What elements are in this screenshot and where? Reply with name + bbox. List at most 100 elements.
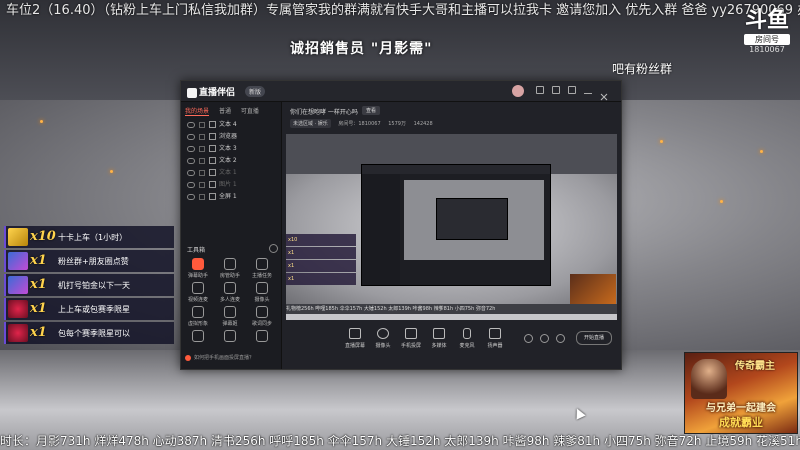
eye-icon[interactable] (187, 193, 195, 200)
gift-goal-row: x1 粉丝群+朋友圈点赞 (4, 250, 174, 272)
phone-icon (405, 328, 417, 339)
speaker-button[interactable]: 扬声器 (482, 328, 508, 349)
game-promo-banner[interactable]: 传奇霸主 与兄弟一起建会 成就霸业 (684, 352, 798, 434)
play-icon (433, 328, 445, 339)
skin-icon[interactable] (552, 86, 560, 94)
eye-icon[interactable] (187, 169, 195, 176)
room-number: 1810067 (749, 45, 785, 54)
minimize-icon[interactable] (584, 86, 592, 94)
app-titlebar[interactable]: 直播伴侣 新版 (181, 81, 621, 102)
tool-streamer-task[interactable]: 主播任务 (249, 258, 275, 279)
avatar-icon (192, 306, 204, 318)
scene-item[interactable]: 文本 3 (187, 144, 237, 154)
eye-icon[interactable] (187, 181, 195, 188)
mobile-cast-tip-label: 如何把手机画面投屏直播？ (194, 355, 255, 361)
tool-screenshot[interactable] (185, 330, 211, 344)
lock-icon[interactable] (199, 181, 205, 188)
toolbox-label: 工具箱 (187, 247, 206, 254)
speaker-icon (489, 328, 501, 339)
scene-item[interactable]: 浏览器 (187, 132, 237, 142)
lock-icon[interactable] (199, 121, 205, 128)
lock-icon[interactable] (199, 169, 205, 176)
tool-label: 弹幕助手 (187, 273, 208, 279)
version-badge[interactable]: 新版 (245, 86, 266, 97)
gift-qty: x1 (30, 325, 47, 340)
media-button[interactable]: 多媒体 (426, 328, 452, 349)
tool-label: 多人连麦 (219, 297, 240, 303)
tool-gif[interactable] (249, 330, 275, 344)
image-icon (209, 181, 216, 188)
app-logo: 直播伴侣 (187, 85, 235, 98)
room-view-button[interactable]: 查看 (362, 106, 381, 115)
tool-camera[interactable]: 摄像头 (249, 282, 275, 303)
tool-record[interactable] (217, 330, 243, 344)
rose-icon (8, 300, 28, 318)
eye-icon[interactable] (187, 133, 195, 140)
sidebar-tabs: 我的场景 普通 可直播 (185, 106, 267, 116)
scene-item[interactable]: 文本 2 (187, 156, 237, 166)
lock-icon[interactable] (199, 133, 205, 140)
scene-item[interactable]: 图片 1 (187, 180, 237, 190)
tool-lyrics[interactable]: 歌词同步 (249, 306, 275, 327)
gift-goal-row: x1 包每个赛季限星可以 (4, 322, 174, 344)
scene-item[interactable]: 文本 1 (187, 168, 237, 178)
character-art (691, 359, 727, 399)
text-icon (209, 157, 216, 164)
lock-icon[interactable] (199, 193, 205, 200)
scene-item[interactable]: 全屏 1 (187, 192, 237, 202)
camera-icon (256, 282, 268, 294)
room-number-label: 房间号 (744, 34, 790, 45)
room-title[interactable]: 你们在想咆哮 一样开心吗 (290, 107, 358, 116)
gift-qty: x1 (30, 277, 47, 292)
tab-my-scenes[interactable]: 我的场景 (185, 108, 210, 116)
tool-danmaku-ji[interactable]: 弹幕姬 (217, 306, 243, 327)
live-preview[interactable]: x10 x1 x1 x1 礼物榜256h 哔哩185h 伞伞157h 大锤152… (286, 134, 617, 320)
microphone-button[interactable]: 麦克风 (454, 328, 480, 349)
lock-icon[interactable] (199, 157, 205, 164)
eye-icon[interactable] (187, 145, 195, 152)
menu-icon[interactable] (568, 86, 576, 94)
room-id: 房间号：1810067 (338, 121, 381, 127)
category-chip[interactable]: 未选区域 · 娱乐 (290, 119, 331, 128)
start-live-button[interactable]: 开始直播 (576, 331, 612, 345)
app-title: 直播伴侣 (199, 88, 236, 98)
tool-multi-link[interactable]: 多人连麦 (217, 282, 243, 303)
tool-danmaku-assistant[interactable]: 弹幕助手 (185, 258, 211, 279)
settings-icon[interactable] (556, 334, 565, 343)
camera-button[interactable]: 摄像头 (370, 328, 396, 349)
more-icon[interactable] (269, 244, 278, 253)
tab-normal[interactable]: 普通 (219, 108, 231, 115)
phone-cast-button[interactable]: 手机投屏 (398, 328, 424, 349)
scene-item[interactable]: 文本 4 (187, 120, 237, 130)
message-icon[interactable] (536, 86, 544, 94)
streaming-app-window[interactable]: 直播伴侣 新版 我的场景 普通 可直播 文本 4 浏览器 文本 3 文本 2 文… (180, 80, 622, 370)
tool-label: 摄像头 (254, 297, 270, 303)
gift-icon (8, 252, 28, 270)
spark-particle (40, 120, 43, 123)
text-icon (209, 145, 216, 152)
camera-toggle-icon[interactable] (524, 334, 533, 343)
lock-icon[interactable] (199, 145, 205, 152)
promo-line-2: 成就霸业 (719, 416, 763, 429)
screen-capture-button[interactable]: 直播屏幕 (342, 328, 368, 349)
eye-icon[interactable] (187, 121, 195, 128)
tool-room-manager[interactable]: 房管助手 (217, 258, 243, 279)
tool-video-link[interactable]: 视频连麦 (185, 282, 211, 303)
tool-label: 视频连麦 (187, 297, 208, 303)
fullscreen-icon (209, 193, 216, 200)
phone-icon (185, 354, 191, 361)
tool-avatar[interactable]: 虚拟形象 (185, 306, 211, 327)
eye-icon[interactable] (187, 157, 195, 164)
promo-title: 传奇霸主 (735, 361, 775, 372)
avatar[interactable] (512, 85, 524, 97)
link-icon[interactable] (540, 334, 549, 343)
close-icon[interactable] (600, 86, 608, 101)
viewer-count: 1579万 (388, 121, 406, 127)
mobile-cast-tip[interactable]: 如何把手机画面投屏直播？ (185, 352, 277, 364)
spark-particle (660, 140, 663, 143)
source-label: 直播屏幕 (344, 343, 365, 349)
top-ticker: 车位2（16.40）（钻粉上车上门私信我加群）专属管家我的群满就有快手大哥和主播… (6, 3, 800, 18)
scene-sidebar: 我的场景 普通 可直播 文本 4 浏览器 文本 3 文本 2 文本 1 图片 1… (181, 102, 282, 369)
tab-live[interactable]: 可直播 (241, 108, 259, 115)
nested-titlebar (362, 165, 550, 174)
